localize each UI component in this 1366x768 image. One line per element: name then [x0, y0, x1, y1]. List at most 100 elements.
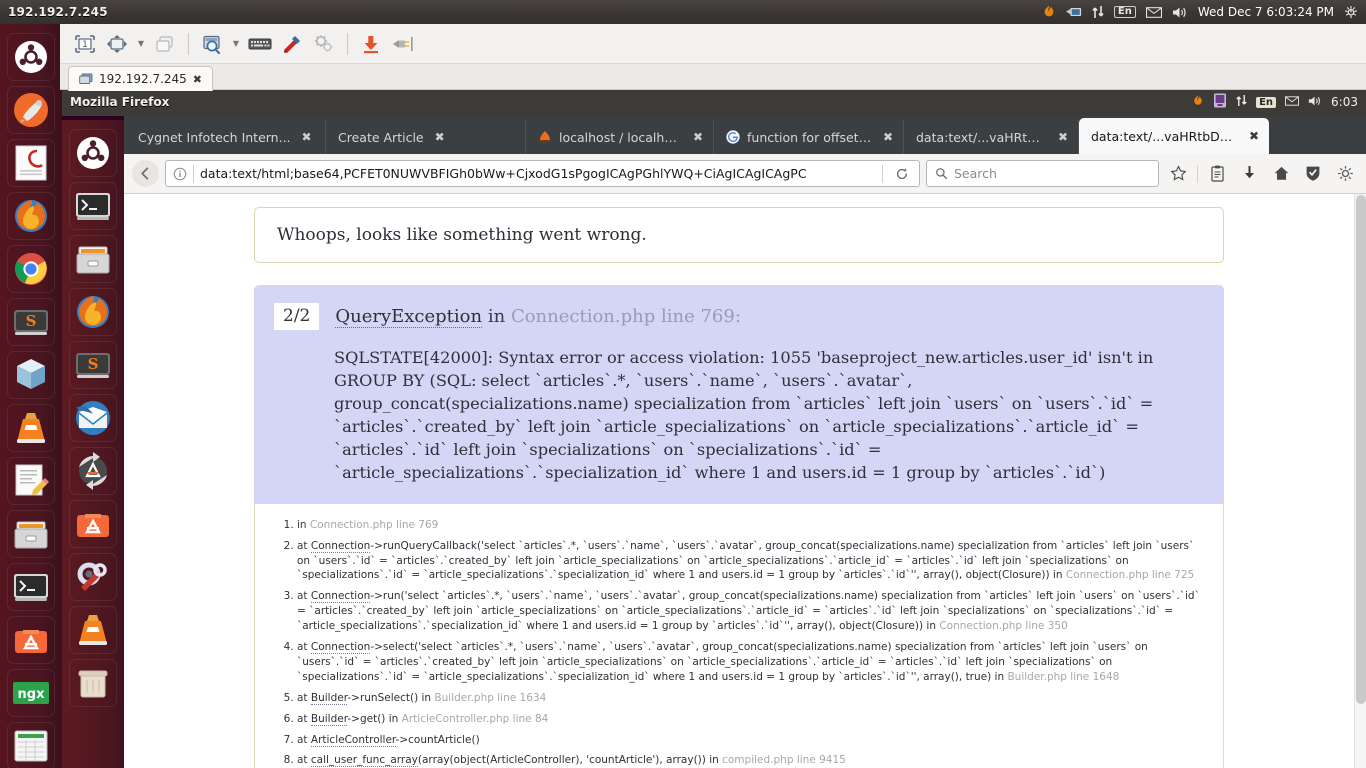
stack-frame-file-link[interactable]: Connection.php line 769: [310, 519, 438, 531]
firefox-tab-3[interactable]: function for offset ... ✖: [714, 120, 904, 154]
launcher-item-vlc[interactable]: [7, 404, 55, 452]
firefox-tab-0[interactable]: Cygnet Infotech Intern... ✖: [126, 120, 326, 154]
launcher-item-chrome[interactable]: [7, 245, 55, 293]
stack-frame-class-link[interactable]: Connection: [310, 539, 371, 553]
firefox-tab-close-2[interactable]: ✖: [693, 130, 703, 144]
launcher-item-sublime[interactable]: [7, 86, 55, 134]
display-icon[interactable]: [1065, 6, 1082, 19]
remote-desktop-canvas[interactable]: Sngxa S Mozilla Firefox En 6:03: [0, 24, 1366, 768]
network-updown-icon[interactable]: [1092, 5, 1104, 19]
shield-icon[interactable]: [1300, 160, 1326, 187]
firefox-tab-5[interactable]: data:text/...vaHRtbD4= ✖: [1079, 118, 1269, 154]
power-gear-icon[interactable]: [1344, 5, 1358, 19]
volume-icon[interactable]: [1172, 6, 1188, 19]
launcher-item-files[interactable]: [7, 510, 55, 558]
stack-frame-class-link[interactable]: ArticleController: [310, 733, 396, 747]
firefox-tab-2[interactable]: localhost / localhos... ✖: [526, 120, 714, 154]
mail-icon[interactable]: [1145, 6, 1162, 18]
firefox-tab-close-1[interactable]: ✖: [435, 130, 445, 144]
scale-zoom-button[interactable]: [197, 29, 227, 59]
stack-frame-file-link[interactable]: Builder.php line 1634: [434, 692, 546, 704]
host-clock[interactable]: Wed Dec 7 6:03:24 PM: [1198, 5, 1334, 19]
remote-launcher-item-thunderbird[interactable]: [69, 394, 117, 442]
firefox-tab-close-4[interactable]: ✖: [1058, 130, 1068, 144]
launcher-item-sublime-text[interactable]: S: [7, 298, 55, 346]
remote-launcher-item-xampp-restart[interactable]: [69, 447, 117, 495]
fullscreen-dropdown[interactable]: ▼: [134, 29, 148, 59]
remote-clock[interactable]: 6:03: [1331, 95, 1358, 109]
exception-title: QueryException in Connection.php line 76…: [335, 303, 741, 328]
firefox-tab-1[interactable]: Create Article ✖: [326, 120, 526, 154]
stack-frame-class-link[interactable]: Connection: [310, 590, 371, 604]
search-bar[interactable]: Search: [926, 160, 1159, 187]
launcher-item-terminal[interactable]: [7, 563, 55, 611]
firefox-tab-close-0[interactable]: ✖: [302, 130, 312, 144]
vnc-connection-tab[interactable]: 192.192.7.245 ✖: [68, 66, 214, 91]
remote-launcher-item-terminal[interactable]: [69, 182, 117, 230]
remote-network-updown-icon[interactable]: [1236, 94, 1247, 110]
remote-mail-icon[interactable]: [1285, 95, 1300, 109]
remote-volume-icon[interactable]: [1308, 95, 1322, 110]
launcher-item-calc[interactable]: [7, 722, 55, 768]
disconnect-button[interactable]: [388, 29, 418, 59]
remote-launcher-item-sublime-text[interactable]: S: [69, 341, 117, 389]
remote-display-icon[interactable]: [1213, 93, 1227, 111]
duplicate-window-button[interactable]: [150, 29, 180, 59]
remote-launcher-item-trash[interactable]: [69, 659, 117, 707]
exception-class-link[interactable]: QueryException: [335, 306, 483, 328]
firefox-tab-close-5[interactable]: ✖: [1249, 129, 1259, 143]
stack-frame-class-link[interactable]: call_user_func_array: [310, 754, 418, 768]
launcher-item-xampp[interactable]: [7, 616, 55, 664]
launcher-item-text-editor[interactable]: [7, 457, 55, 505]
remote-launcher-item-ubuntu-dash[interactable]: [69, 129, 117, 177]
launcher-item-virtualbox[interactable]: [7, 351, 55, 399]
stack-frame-class-link[interactable]: Connection: [310, 641, 371, 655]
home-icon[interactable]: [1268, 160, 1294, 187]
launcher-item-pdf-reader[interactable]: [7, 139, 55, 187]
remote-launcher-item-firefox[interactable]: [69, 288, 117, 336]
info-circle-icon[interactable]: [173, 167, 187, 181]
remote-launcher-item-tweak-tool[interactable]: [69, 553, 117, 601]
remote-launcher-item-files[interactable]: [69, 235, 117, 283]
reading-list-icon[interactable]: [1204, 160, 1230, 187]
launcher-item-nginx[interactable]: ngx: [7, 669, 55, 717]
keyboard-layout-en-icon[interactable]: En: [1113, 6, 1136, 18]
url-text[interactable]: data:text/html;base64,PCFET0NUWVBFIGh0bW…: [200, 166, 876, 181]
stack-frame-prefix: at: [297, 754, 311, 767]
keyboard-button[interactable]: [245, 29, 275, 59]
firefox-tab-4[interactable]: data:text/...vaHRtbD4= ✖: [904, 120, 1079, 154]
remote-launcher-item-vlc[interactable]: [69, 606, 117, 654]
remote-firefox-flame-icon[interactable]: [1192, 94, 1204, 111]
stack-frame-file-link[interactable]: Builder.php line 1648: [1007, 671, 1119, 683]
scale-dropdown[interactable]: ▼: [229, 29, 243, 59]
fullscreen-button[interactable]: [102, 29, 132, 59]
launcher-item-firefox[interactable]: [7, 192, 55, 240]
remote-unity-launcher[interactable]: S: [62, 120, 124, 768]
stack-frame-class-link[interactable]: Builder: [310, 691, 348, 705]
exception-file-link[interactable]: Connection.php line 769: [511, 306, 735, 327]
preferences-button[interactable]: [309, 29, 339, 59]
bookmark-star-icon[interactable]: [1165, 160, 1191, 187]
stack-frame-file-link[interactable]: compiled.php line 9415: [722, 754, 846, 766]
url-bar[interactable]: data:text/html;base64,PCFET0NUWVBFIGh0bW…: [165, 160, 920, 187]
stack-frame-file-link[interactable]: Connection.php line 350: [939, 620, 1067, 632]
firefox-flame-icon[interactable]: [1042, 5, 1056, 19]
screenshot-button[interactable]: 1: [70, 29, 100, 59]
back-arrow-icon[interactable]: [132, 160, 159, 187]
vertical-scrollbar-thumb[interactable]: [1356, 195, 1366, 704]
downloads-icon[interactable]: [1236, 160, 1262, 187]
tools-button[interactable]: [277, 29, 307, 59]
remote-launcher-item-xampp[interactable]: [69, 500, 117, 548]
reload-icon[interactable]: [889, 167, 915, 181]
addon-icon[interactable]: [1332, 160, 1358, 187]
page-vertical-scrollbar[interactable]: [1354, 194, 1366, 768]
firefox-tab-close-3[interactable]: ✖: [883, 130, 893, 144]
launcher-item-ubuntu-dash[interactable]: [7, 33, 55, 81]
vnc-tab-close-icon[interactable]: ✖: [193, 73, 202, 86]
download-button[interactable]: [356, 29, 386, 59]
stack-frame-file-link[interactable]: ArticleController.php line 84: [402, 713, 549, 725]
host-unity-launcher[interactable]: Sngxa: [0, 24, 62, 768]
remote-keyboard-layout-en-icon[interactable]: En: [1256, 96, 1277, 108]
stack-frame-file-link[interactable]: Connection.php line 725: [1066, 569, 1194, 581]
stack-frame-class-link[interactable]: Builder: [310, 712, 348, 726]
